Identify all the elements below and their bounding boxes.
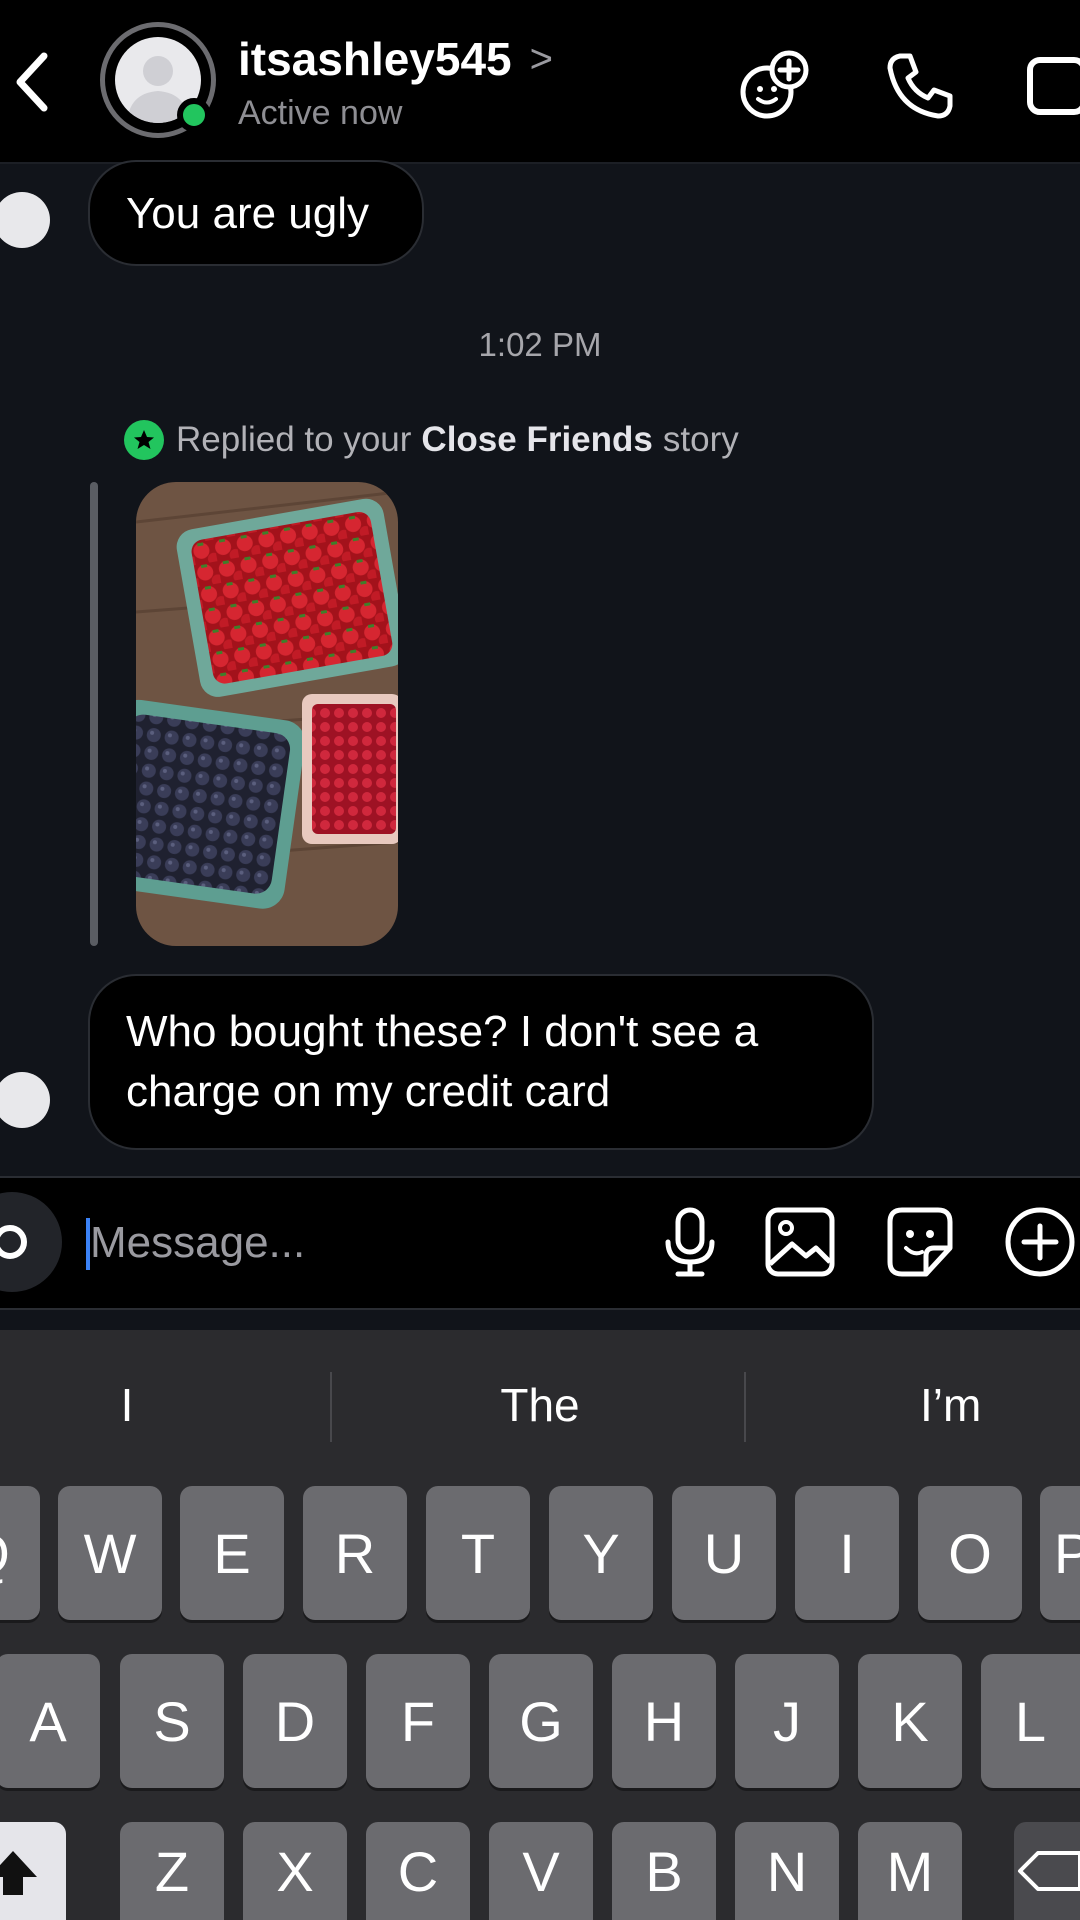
thread-header: itsashley545 > Active now: [0, 0, 1080, 164]
key[interactable]: N: [735, 1822, 839, 1920]
message-bubble[interactable]: Who bought these? I don't see a charge o…: [88, 974, 874, 1150]
key[interactable]: H: [612, 1654, 716, 1788]
online-status-dot: [177, 98, 211, 132]
suggestion-divider: [744, 1372, 746, 1442]
sender-avatar[interactable]: [0, 1072, 50, 1128]
key[interactable]: Z: [120, 1822, 224, 1920]
audio-call-button[interactable]: [880, 46, 960, 126]
effects-button[interactable]: [735, 46, 815, 126]
key[interactable]: M: [858, 1822, 962, 1920]
key[interactable]: D: [243, 1654, 347, 1788]
reply-suffix: story: [662, 420, 739, 459]
story-thumbnail[interactable]: [136, 482, 398, 946]
reply-prefix: Replied to your: [176, 420, 412, 459]
reply-indicator-bar: [90, 482, 98, 946]
sticker-button[interactable]: [880, 1202, 960, 1282]
suggestion[interactable]: I’m: [770, 1330, 1080, 1480]
message-text-line: Who bought these? I don't see a: [126, 1007, 759, 1056]
key[interactable]: X: [243, 1822, 347, 1920]
key[interactable]: W: [58, 1486, 162, 1620]
reply-highlight: Close Friends: [421, 420, 653, 459]
key[interactable]: U: [672, 1486, 776, 1620]
message-composer: [0, 1176, 1080, 1310]
key[interactable]: V: [489, 1822, 593, 1920]
microphone-icon: [665, 1207, 715, 1277]
phone-icon: [887, 53, 953, 119]
key[interactable]: F: [366, 1654, 470, 1788]
onscreen-keyboard: I The I’m Q W E R T Y U I O P A S D F G …: [0, 1330, 1080, 1920]
shift-key[interactable]: [0, 1822, 66, 1920]
berries-photo: [136, 482, 398, 946]
voice-message-button[interactable]: [650, 1202, 730, 1282]
key[interactable]: A: [0, 1654, 100, 1788]
key[interactable]: P: [1040, 1486, 1080, 1620]
username-link[interactable]: itsashley545 >: [238, 32, 553, 86]
key[interactable]: O: [918, 1486, 1022, 1620]
message-input[interactable]: [88, 1204, 632, 1282]
video-icon: [1027, 57, 1080, 115]
back-icon: [16, 52, 48, 112]
message-text-line: charge on my credit card: [126, 1067, 611, 1116]
suggestion-divider: [330, 1372, 332, 1442]
backspace-icon: [1018, 1851, 1080, 1891]
username: itsashley545: [238, 33, 512, 85]
gallery-button[interactable]: [760, 1202, 840, 1282]
sticker-icon: [887, 1207, 953, 1277]
chevron-right-icon: >: [529, 37, 554, 81]
close-friends-star-icon: [124, 420, 164, 460]
key[interactable]: J: [735, 1654, 839, 1788]
image-icon: [765, 1207, 835, 1277]
more-options-button[interactable]: [1000, 1202, 1080, 1282]
back-button[interactable]: [6, 44, 62, 120]
sender-avatar[interactable]: [0, 192, 50, 248]
add-icon: [1005, 1207, 1075, 1277]
key[interactable]: I: [795, 1486, 899, 1620]
timestamp: 1:02 PM: [478, 326, 602, 363]
key[interactable]: K: [858, 1654, 962, 1788]
camera-icon: [0, 1225, 27, 1259]
key[interactable]: T: [426, 1486, 530, 1620]
key[interactable]: Y: [549, 1486, 653, 1620]
key[interactable]: R: [303, 1486, 407, 1620]
key[interactable]: Q: [0, 1486, 40, 1620]
key[interactable]: C: [366, 1822, 470, 1920]
active-status: Active now: [238, 94, 403, 132]
key[interactable]: B: [612, 1822, 716, 1920]
key[interactable]: S: [120, 1654, 224, 1788]
backspace-key[interactable]: [1014, 1822, 1080, 1920]
message-bubble[interactable]: You are ugly: [88, 160, 424, 266]
suggestion[interactable]: The: [360, 1330, 720, 1480]
shift-arrow-icon: [0, 1851, 37, 1895]
suggestion[interactable]: I: [0, 1330, 254, 1480]
story-reply-label: Replied to your Close Friends story: [124, 420, 739, 460]
camera-button[interactable]: [0, 1192, 62, 1292]
key[interactable]: L: [981, 1654, 1080, 1788]
key[interactable]: E: [180, 1486, 284, 1620]
video-call-button[interactable]: [1022, 46, 1080, 126]
video-effects-icon: [740, 50, 809, 119]
key[interactable]: G: [489, 1654, 593, 1788]
dm-thread-screen: itsashley545 > Active now You are ugly 1…: [0, 0, 1080, 1920]
message-text: You are ugly: [126, 189, 370, 238]
